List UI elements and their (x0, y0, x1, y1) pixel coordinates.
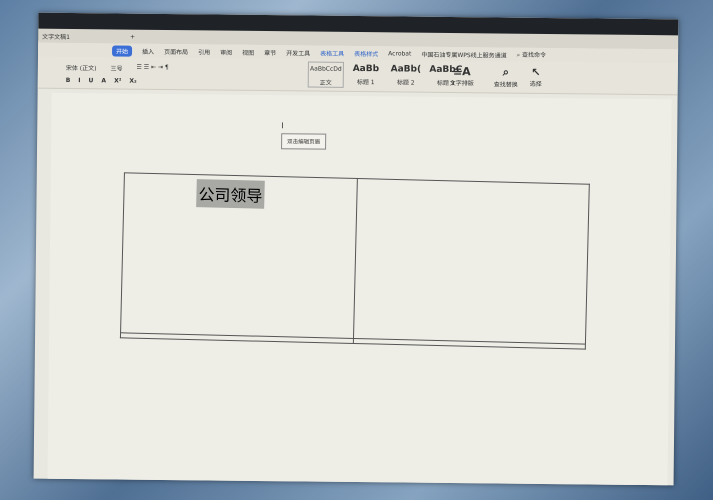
style-normal[interactable]: AaBbCcDd 正文 (307, 61, 344, 88)
font-size-select[interactable]: 三号 (110, 63, 122, 72)
style-gallery: AaBbCcDd 正文 AaBb 标题 1 AaBb(标题 2 AaBbC 标题 3 (307, 61, 464, 89)
bold-button[interactable]: B (66, 77, 71, 84)
style-label: 标题 2 (396, 79, 415, 87)
edit-header-hint[interactable]: 双击编辑页眉 (281, 133, 327, 150)
pointer-icon: ↖ (531, 65, 541, 79)
superscript-button[interactable]: X² (114, 77, 121, 84)
tab-developer[interactable]: 开发工具 (286, 48, 310, 57)
find-command[interactable]: ⌕ 查找命令 (517, 50, 546, 60)
subscript-button[interactable]: X₂ (129, 78, 136, 85)
select-button[interactable]: ↖ 选择 (530, 66, 542, 88)
italic-button[interactable]: I (78, 77, 80, 84)
find-command-label: 查找命令 (521, 51, 547, 59)
table-cell[interactable]: 公司领导 (120, 172, 357, 339)
tab-home[interactable]: 开始 (112, 44, 133, 57)
ribbon-toolbar: 宋体 (正文) 三号 ☰ ☰ ⇤ ⇥ ¶ B I U A X² X₂ AaBbC… (37, 56, 678, 96)
text-layout-icon: ≡A (452, 65, 471, 79)
find-replace-button[interactable]: ⌕ 查找替换 (493, 65, 518, 89)
monitor-screen: 文字文稿1 + 开始 插入 页面布局 引用 审阅 视图 章节 开发工具 表格工具… (33, 12, 679, 486)
table-cell[interactable] (352, 178, 590, 345)
tab-table-style[interactable]: 表格样式 (354, 48, 378, 57)
tab-chapter[interactable]: 章节 (264, 48, 276, 57)
style-preview: AaBbCcDd (310, 65, 342, 73)
style-label: 标题 1 (356, 79, 375, 87)
tab-service[interactable]: 中国石油专属WPS线上服务通道 (421, 49, 506, 59)
style-heading-1[interactable]: AaBb 标题 1 (348, 62, 384, 88)
style-label: 正文 (319, 79, 332, 87)
text-layout-label: 文字排版 (449, 79, 474, 88)
style-heading-2[interactable]: AaBb( 标题 2 (388, 62, 424, 88)
tab-references[interactable]: 引用 (198, 47, 210, 56)
tab-view[interactable]: 视图 (242, 47, 254, 56)
tab-insert[interactable]: 插入 (142, 46, 154, 55)
style-preview: AaBb( (390, 64, 422, 75)
paragraph-tools[interactable]: ☰ ☰ ⇤ ⇥ ¶ (136, 64, 168, 73)
select-label: 选择 (529, 80, 542, 88)
search-icon: ⌕ (502, 65, 510, 79)
tab-review[interactable]: 审阅 (220, 47, 232, 56)
selected-text[interactable]: 公司领导 (196, 179, 265, 209)
underline-button[interactable]: U (89, 77, 94, 84)
tab-acrobat[interactable]: Acrobat (388, 50, 411, 57)
find-replace-label: 查找替换 (493, 81, 518, 89)
font-name-select[interactable]: 宋体 (正文) (66, 63, 97, 72)
document-tab[interactable]: 文字文稿1 (42, 31, 70, 40)
style-preview: AaBb (352, 63, 380, 75)
document-table: 公司领导 (120, 172, 590, 350)
new-tab-button[interactable]: + (130, 33, 135, 40)
text-layout-button[interactable]: ≡A 文字排版 (450, 65, 474, 87)
tab-table-tools[interactable]: 表格工具 (320, 48, 344, 57)
font-color-button[interactable]: A (101, 77, 106, 84)
tab-layout[interactable]: 页面布局 (164, 46, 188, 55)
text-cursor-icon: I (281, 121, 284, 131)
document-page[interactable]: I 双击编辑页眉 公司领导 (47, 92, 672, 486)
